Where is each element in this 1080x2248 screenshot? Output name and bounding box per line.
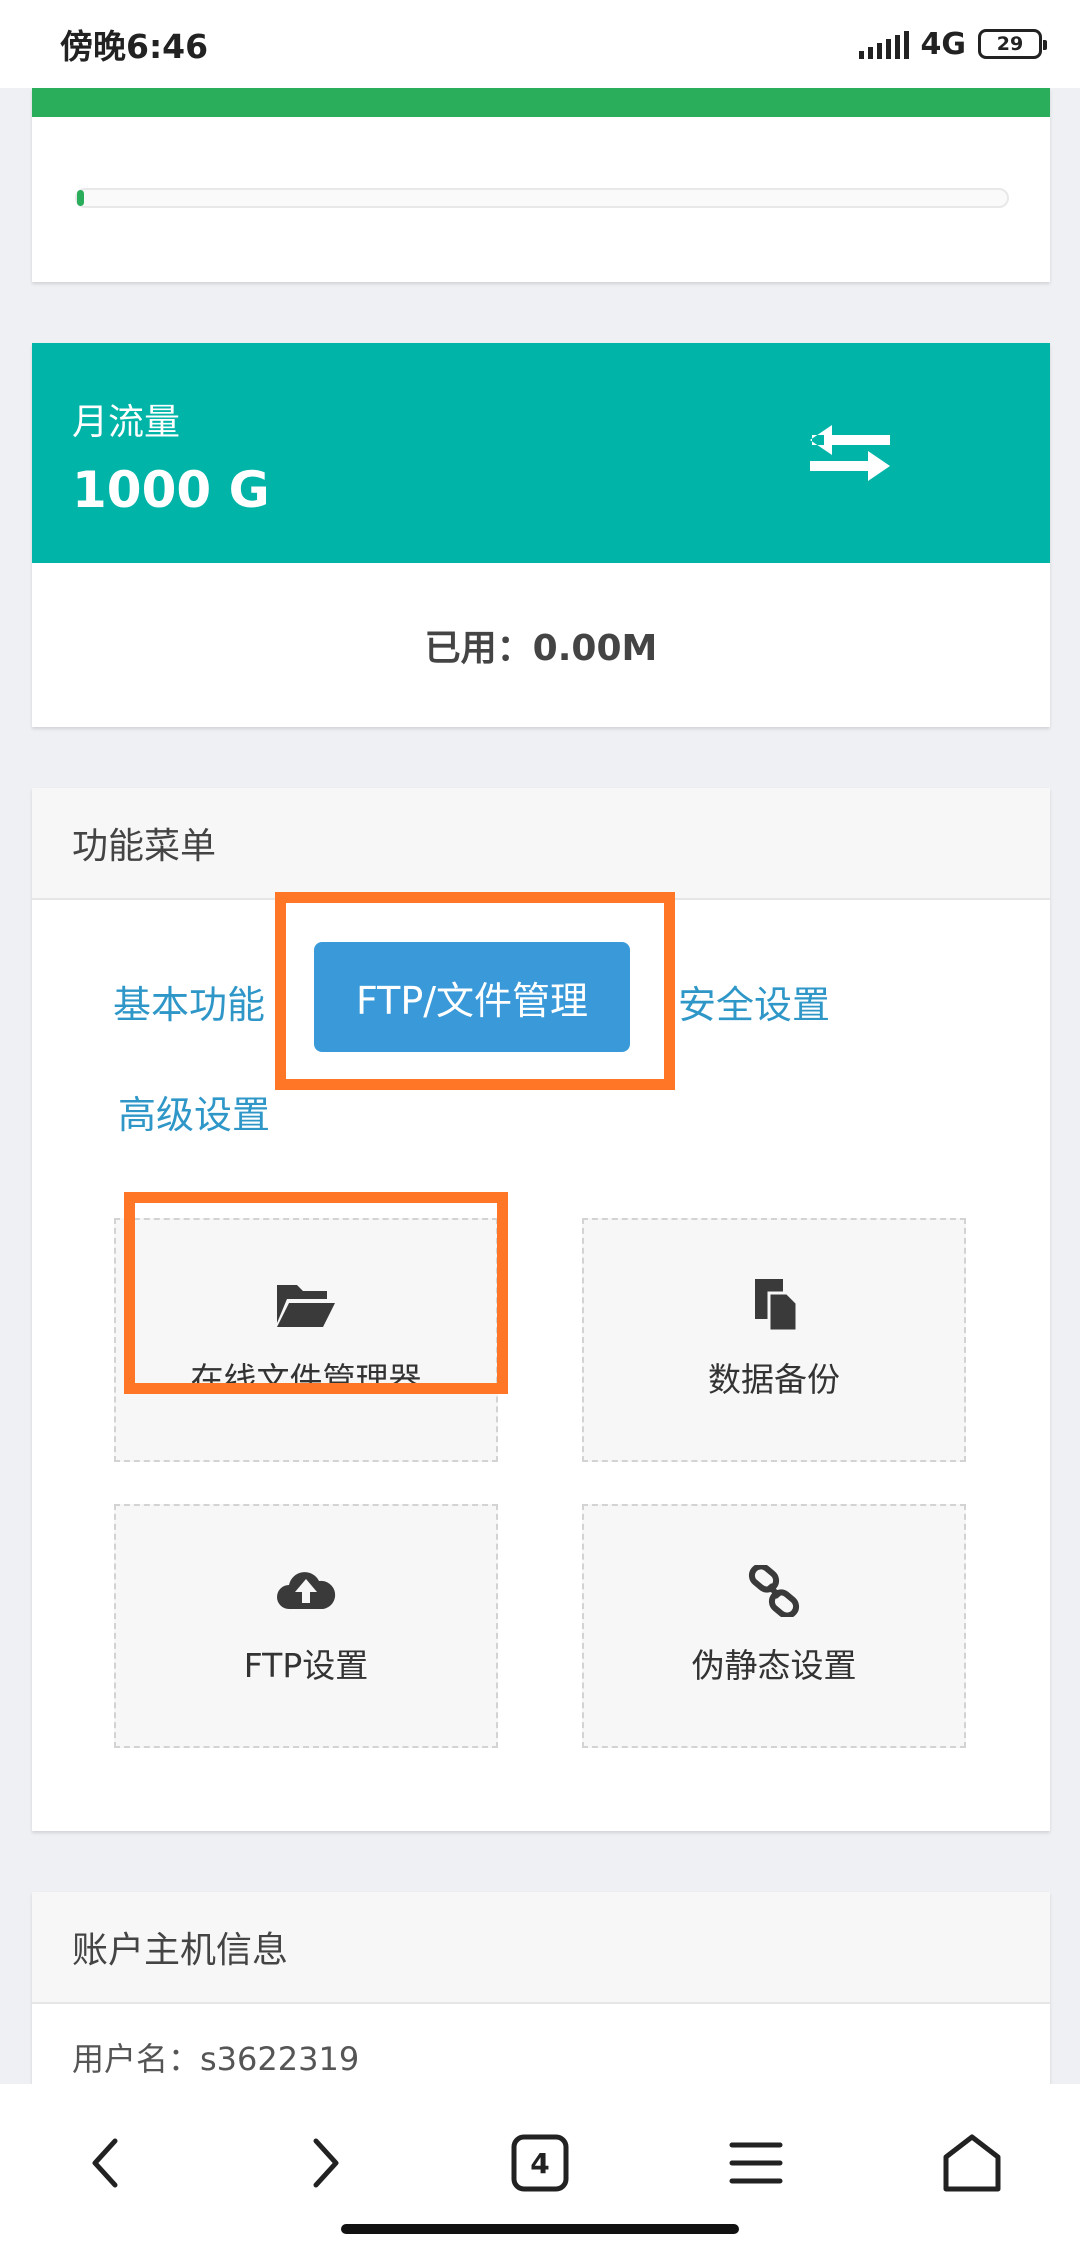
traffic-label: 月流量	[72, 402, 181, 443]
traffic-header: 月流量 1000 G	[32, 343, 1050, 563]
status-time: 傍晚6:46	[60, 27, 209, 66]
folder-open-icon	[277, 1285, 335, 1327]
tile-rewrite-settings[interactable]: 伪静态设置	[582, 1504, 966, 1748]
tabs-icon: 4	[511, 2134, 569, 2192]
menu-icon	[729, 2142, 783, 2184]
tile-data-backup[interactable]: 数据备份	[582, 1218, 966, 1462]
back-icon	[92, 2138, 118, 2188]
traffic-card: 月流量 1000 G 已用：0.00M	[32, 343, 1050, 727]
signal-icon	[858, 29, 909, 59]
battery-icon: 29	[978, 29, 1047, 59]
link-icon	[748, 1565, 800, 1617]
traffic-value: 1000 G	[72, 461, 270, 519]
menu-button[interactable]	[711, 2118, 801, 2208]
browser-bottom-nav: 4	[0, 2084, 1080, 2248]
tab-ftp-file-management[interactable]: FTP/文件管理	[314, 942, 630, 1052]
tab-count: 4	[530, 2147, 549, 2180]
tab-basic[interactable]: 基本功能	[113, 974, 265, 1029]
tile-label: 数据备份	[708, 1360, 840, 1399]
tile-label: FTP设置	[243, 1646, 369, 1685]
forward-icon	[313, 2138, 339, 2188]
function-menu-title: 功能菜单	[32, 788, 1050, 900]
gesture-bar[interactable]	[341, 2224, 739, 2234]
back-button[interactable]	[62, 2118, 152, 2208]
status-indicators: 4G 29	[858, 26, 1047, 62]
forward-button[interactable]	[279, 2118, 369, 2208]
account-username: 用户名：s3622319	[72, 2040, 360, 2078]
battery-level: 29	[996, 33, 1024, 55]
function-menu-card: 功能菜单 基本功能 FTP/文件管理 安全设置 高级设置 在线文件管理器 数据备…	[32, 788, 1050, 1831]
file-copy-icon	[755, 1279, 799, 1331]
card-accent-bar	[32, 88, 1050, 117]
tab-advanced[interactable]: 高级设置	[118, 1084, 270, 1139]
usage-card	[32, 88, 1050, 282]
account-info-title: 账户主机信息	[32, 1892, 1050, 2004]
tile-label: 在线文件管理器	[190, 1360, 422, 1399]
tile-ftp-settings[interactable]: FTP设置	[114, 1504, 498, 1748]
home-button[interactable]	[927, 2118, 1017, 2208]
cloud-upload-icon	[277, 1572, 336, 1609]
tabs-button[interactable]: 4	[495, 2118, 585, 2208]
tile-label: 伪静态设置	[691, 1646, 857, 1685]
home-icon	[943, 2134, 1001, 2192]
traffic-used: 已用：0.00M	[424, 628, 658, 669]
usage-progress-bar	[75, 188, 1009, 208]
status-bar: 傍晚6:46 4G 29	[0, 0, 1080, 88]
tile-online-file-manager[interactable]: 在线文件管理器	[114, 1218, 498, 1462]
network-type: 4G	[920, 26, 967, 62]
usage-progress-fill	[77, 190, 85, 206]
exchange-icon	[810, 425, 890, 481]
tab-security[interactable]: 安全设置	[678, 974, 830, 1029]
